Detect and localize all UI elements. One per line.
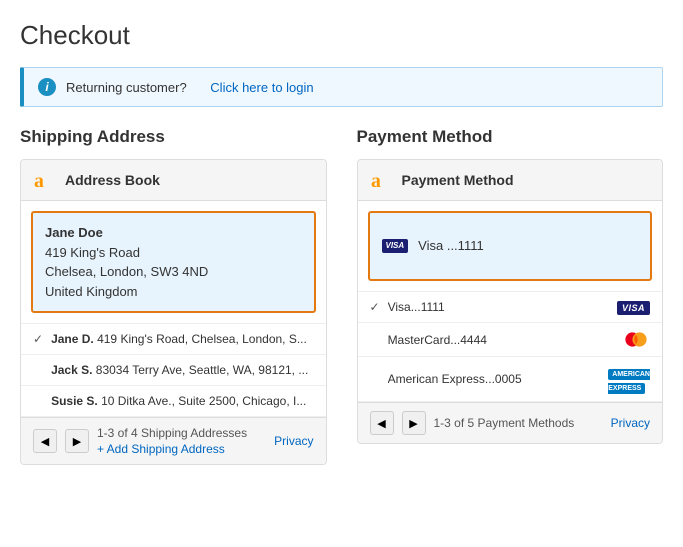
payment-card-header: a Payment Method xyxy=(358,160,663,201)
selected-address-line2: Chelsea, London, SW3 4ND xyxy=(45,262,302,282)
amex-logo: AMERICANEXPRESS xyxy=(608,369,650,394)
selected-address[interactable]: Jane Doe 419 King's Road Chelsea, London… xyxy=(31,211,316,313)
payment-privacy-link[interactable]: Privacy xyxy=(611,416,650,430)
spacer-icon: ✓ xyxy=(33,363,43,377)
list-item[interactable]: ✓ Susie S. 10 Ditka Ave., Suite 2500, Ch… xyxy=(21,386,326,417)
visa-logo-selected: VISA xyxy=(382,239,409,253)
add-shipping-address-link[interactable]: + Add Shipping Address xyxy=(97,442,266,456)
shipping-card-header: a Address Book xyxy=(21,160,326,201)
list-item[interactable]: ✓ Jack S. 83034 Terry Ave, Seattle, WA, … xyxy=(21,355,326,386)
payment-card-footer: ◀ ▶ 1-3 of 5 Payment Methods Privacy xyxy=(358,402,663,443)
svg-text:a: a xyxy=(34,170,44,191)
payment-column: Payment Method a Payment Method VISA Vis… xyxy=(357,127,664,465)
info-icon: i xyxy=(38,78,56,96)
banner-text: Returning customer? xyxy=(66,80,187,95)
list-item[interactable]: ✓ Visa...1111 VISA xyxy=(358,292,663,323)
spacer-icon: ✓ xyxy=(370,372,380,386)
prev-address-button[interactable]: ◀ xyxy=(33,429,57,453)
prev-payment-button[interactable]: ◀ xyxy=(370,411,394,435)
selected-payment-text: Visa ...1111 xyxy=(418,236,484,256)
mastercard-logo xyxy=(622,331,650,348)
returning-customer-banner: i Returning customer? Click here to logi… xyxy=(20,67,663,107)
shipping-pagination: 1-3 of 4 Shipping Addresses xyxy=(97,426,266,440)
spacer-icon: ✓ xyxy=(33,394,43,408)
page-title: Checkout xyxy=(20,20,663,51)
login-link[interactable]: Click here to login xyxy=(210,80,313,95)
selected-address-country: United Kingdom xyxy=(45,282,302,302)
main-columns: Shipping Address a Address Book Jane Doe… xyxy=(20,127,663,465)
shipping-column: Shipping Address a Address Book Jane Doe… xyxy=(20,127,327,465)
payment-pagination: 1-3 of 5 Payment Methods xyxy=(434,416,603,430)
next-address-button[interactable]: ▶ xyxy=(65,429,89,453)
selected-payment[interactable]: VISA Visa ...1111 xyxy=(368,211,653,281)
check-icon: ✓ xyxy=(33,332,43,346)
list-item[interactable]: ✓ American Express...0005 AMERICANEXPRES… xyxy=(358,357,663,402)
payment-list: ✓ Visa...1111 VISA ✓ MasterCard...4444 xyxy=(358,291,663,402)
check-icon: ✓ xyxy=(370,300,380,314)
list-item[interactable]: ✓ MasterCard...4444 xyxy=(358,323,663,357)
next-payment-button[interactable]: ▶ xyxy=(402,411,426,435)
payment-card-title: Payment Method xyxy=(402,172,514,188)
amazon-logo-payment: a xyxy=(370,168,394,192)
selected-address-name: Jane Doe xyxy=(45,223,302,243)
payment-card: a Payment Method VISA Visa ...1111 ✓ Vis… xyxy=(357,159,664,444)
spacer-icon: ✓ xyxy=(370,333,380,347)
shipping-card-footer: ◀ ▶ 1-3 of 4 Shipping Addresses + Add Sh… xyxy=(21,417,326,464)
visa-logo-small: VISA xyxy=(617,301,650,315)
address-list: ✓ Jane D. 419 King's Road, Chelsea, Lond… xyxy=(21,323,326,417)
shipping-section-title: Shipping Address xyxy=(20,127,327,147)
shipping-privacy-link[interactable]: Privacy xyxy=(274,434,313,448)
amazon-logo-shipping: a xyxy=(33,168,57,192)
shipping-card-title: Address Book xyxy=(65,172,160,188)
selected-address-line1: 419 King's Road xyxy=(45,243,302,263)
svg-text:a: a xyxy=(371,170,381,191)
shipping-card: a Address Book Jane Doe 419 King's Road … xyxy=(20,159,327,465)
payment-section-title: Payment Method xyxy=(357,127,664,147)
list-item[interactable]: ✓ Jane D. 419 King's Road, Chelsea, Lond… xyxy=(21,324,326,355)
